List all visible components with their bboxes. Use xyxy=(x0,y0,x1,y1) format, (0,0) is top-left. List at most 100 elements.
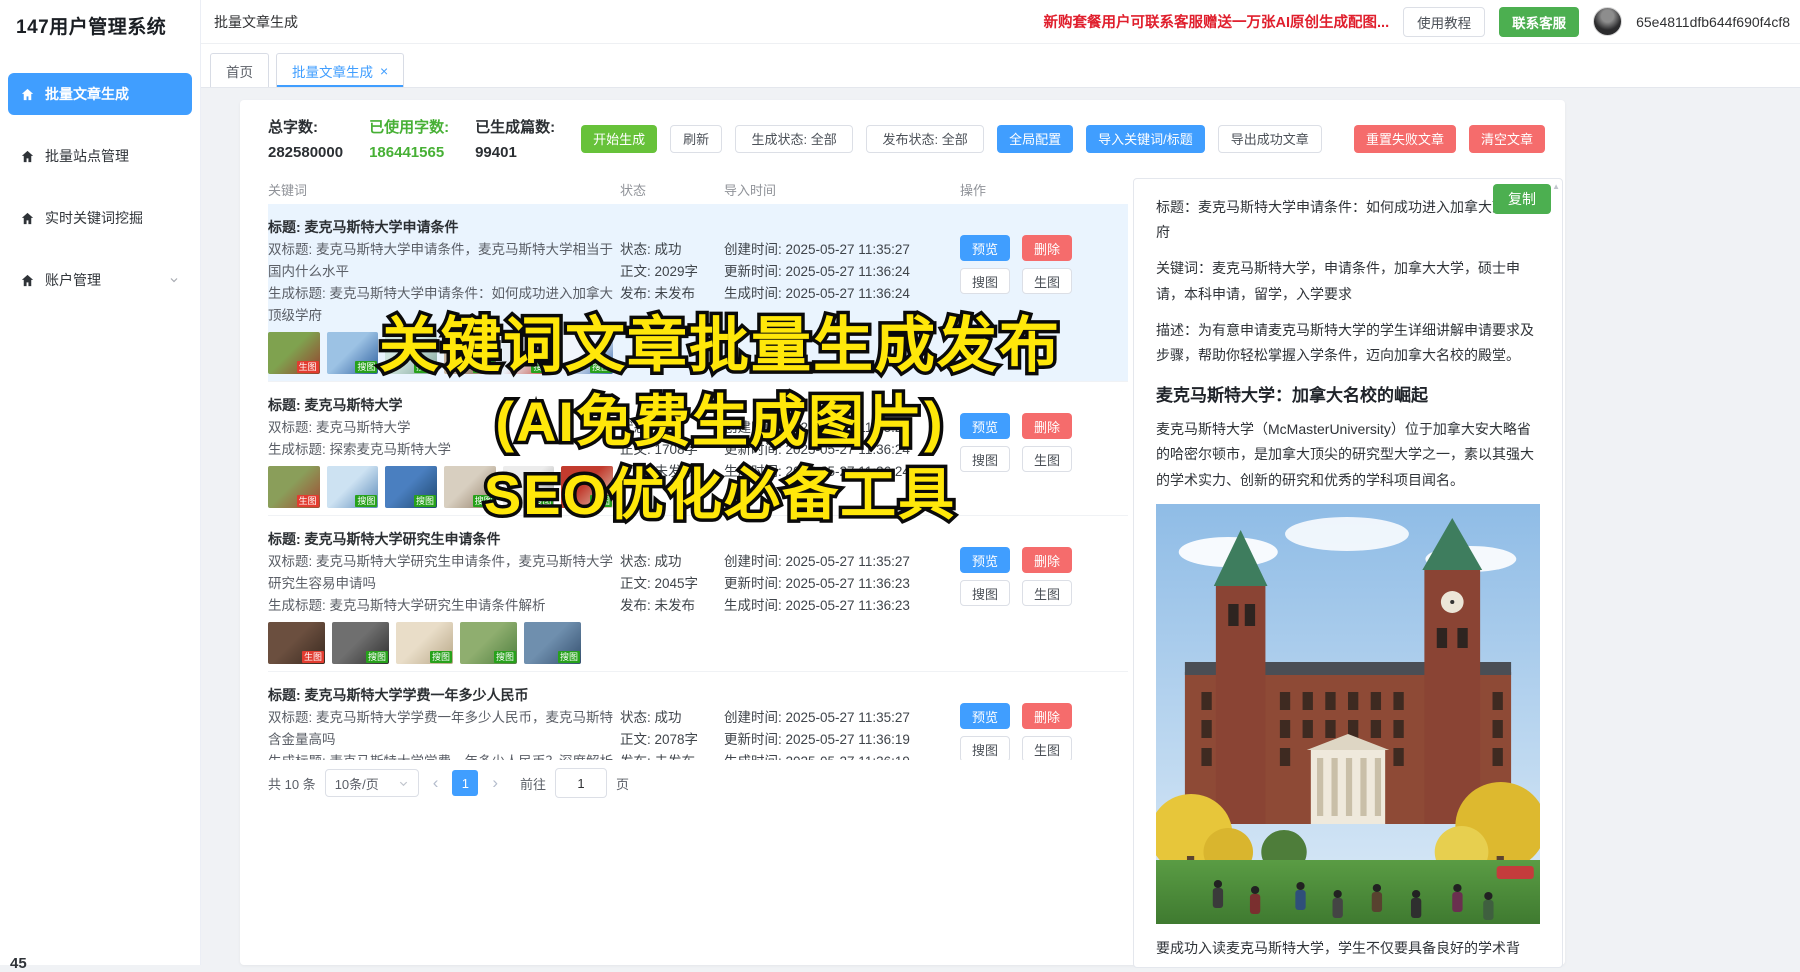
status-line: 状态: 成功 xyxy=(620,707,724,729)
stat-used-words: 已使用字数: 186441565 xyxy=(369,116,449,161)
article-thumbnail[interactable]: 搜图 xyxy=(561,332,613,374)
export-success-button[interactable]: 导出成功文章 xyxy=(1218,125,1322,153)
action-row: 搜图生图 xyxy=(960,268,1110,294)
action-row: 搜图生图 xyxy=(960,736,1110,760)
preview-button[interactable]: 预览 xyxy=(960,547,1010,573)
generated-time: 生成时间: 2025-05-27 11:36:24 xyxy=(724,461,960,483)
article-thumbnail[interactable]: 搜图 xyxy=(561,466,613,508)
sidebar-item-label: 批量站点管理 xyxy=(45,146,129,166)
sidebar-footer-partial: 45 xyxy=(10,955,27,972)
preview-button[interactable]: 预览 xyxy=(960,413,1010,439)
tab-home[interactable]: 首页 xyxy=(210,53,269,87)
search-image-badge: 搜图 xyxy=(590,361,612,373)
global-config-button[interactable]: 全局配置 xyxy=(997,125,1073,153)
search-image-button[interactable]: 搜图 xyxy=(960,580,1010,606)
delete-button[interactable]: 删除 xyxy=(1022,547,1072,573)
table-row[interactable]: 标题: 麦克马斯特大学研究生申请条件双标题: 麦克马斯特大学研究生申请条件，麦克… xyxy=(268,516,1128,672)
article-thumbnail[interactable]: 搜图 xyxy=(327,332,379,374)
table-row[interactable]: 标题: 麦克马斯特大学学费一年多少人民币双标题: 麦克马斯特大学学费一年多少人民… xyxy=(268,672,1128,760)
stat-generated-count: 已生成篇数: 99401 xyxy=(475,116,555,161)
tab-batch-article-label: 批量文章生成 xyxy=(292,61,373,81)
sidebar-item-0[interactable]: 批量文章生成 xyxy=(8,73,192,115)
stat-total-words: 总字数: 282580000 xyxy=(268,116,343,161)
home-icon xyxy=(20,149,35,164)
sidebar-item-2[interactable]: 实时关键词挖掘 xyxy=(8,197,192,239)
search-image-button[interactable]: 搜图 xyxy=(960,446,1010,472)
tab-batch-article[interactable]: 批量文章生成 × xyxy=(276,53,404,87)
article-thumbnail[interactable]: 搜图 xyxy=(524,622,581,664)
article-thumbnail[interactable]: 搜图 xyxy=(327,466,379,508)
preview-button[interactable]: 预览 xyxy=(960,235,1010,261)
generate-image-button[interactable]: 生图 xyxy=(1022,736,1072,760)
article-thumbnail[interactable]: 搜图 xyxy=(460,622,517,664)
article-thumbnail[interactable]: 搜图 xyxy=(503,332,555,374)
action-row: 预览删除 xyxy=(960,235,1110,261)
table-row[interactable]: 标题: 麦克马斯特大学申请条件双标题: 麦克马斯特大学申请条件，麦克马斯特大学相… xyxy=(268,204,1128,382)
keyword-cell: 标题: 麦克马斯特大学双标题: 麦克马斯特大学生成标题: 探索麦克马斯特大学生图… xyxy=(268,393,620,508)
scrollbar-up-arrow-icon[interactable]: ▲ xyxy=(1552,182,1560,191)
sidebar-item-1[interactable]: 批量站点管理 xyxy=(8,135,192,177)
words-line: 正文: 2078字 xyxy=(620,729,724,751)
start-generate-button[interactable]: 开始生成 xyxy=(581,125,657,153)
clear-articles-button[interactable]: 清空文章 xyxy=(1469,125,1545,153)
article-thumbnail[interactable]: 生图 xyxy=(268,332,320,374)
article-thumbnail[interactable]: 搜图 xyxy=(503,466,555,508)
publish-line: 发布: 未发布 xyxy=(620,751,724,760)
article-thumbnail[interactable]: 搜图 xyxy=(385,332,437,374)
search-image-badge: 搜图 xyxy=(430,651,452,663)
article-thumbnail[interactable]: 生图 xyxy=(268,466,320,508)
article-thumbnail[interactable]: 生图 xyxy=(268,622,325,664)
time-cell: 创建时间: 2025-05-27 11:35:27更新时间: 2025-05-2… xyxy=(724,393,960,508)
promo-notice[interactable]: 新购套餐用户可联系客服赠送一万张AI原创生成配图... xyxy=(1044,11,1390,32)
article-thumbnail[interactable]: 搜图 xyxy=(396,622,453,664)
updated-time: 更新时间: 2025-05-27 11:36:19 xyxy=(724,729,960,751)
article-thumbnail[interactable]: 搜图 xyxy=(444,466,496,508)
next-page-button[interactable]: › xyxy=(487,773,503,793)
search-image-badge: 搜图 xyxy=(473,361,495,373)
copy-button[interactable]: 复制 xyxy=(1493,184,1551,214)
tutorial-button[interactable]: 使用教程 xyxy=(1403,7,1485,37)
time-cell: 创建时间: 2025-05-27 11:35:27更新时间: 2025-05-2… xyxy=(724,215,960,374)
delete-button[interactable]: 删除 xyxy=(1022,413,1072,439)
sidebar-item-label: 账户管理 xyxy=(45,270,101,290)
search-image-badge: 搜图 xyxy=(473,495,495,507)
sidebar-item-3[interactable]: 账户管理 xyxy=(8,259,192,301)
actions-cell: 预览删除搜图生图 xyxy=(960,393,1110,508)
generate-status-select[interactable]: 生成状态: 全部 xyxy=(735,125,853,153)
generate-image-button[interactable]: 生图 xyxy=(1022,580,1072,606)
reset-failed-button[interactable]: 重置失败文章 xyxy=(1354,125,1456,153)
contact-support-button[interactable]: 联系客服 xyxy=(1499,7,1579,37)
page-jump-input[interactable] xyxy=(555,768,607,798)
delete-button[interactable]: 删除 xyxy=(1022,703,1072,729)
publish-status-select[interactable]: 发布状态: 全部 xyxy=(866,125,984,153)
article-thumbnail[interactable]: 搜图 xyxy=(444,332,496,374)
refresh-button[interactable]: 刷新 xyxy=(670,125,722,153)
search-image-button[interactable]: 搜图 xyxy=(960,736,1010,760)
generate-image-button[interactable]: 生图 xyxy=(1022,446,1072,472)
article-thumbnail[interactable]: 搜图 xyxy=(332,622,389,664)
delete-button[interactable]: 删除 xyxy=(1022,235,1072,261)
generate-image-button[interactable]: 生图 xyxy=(1022,268,1072,294)
article-thumbnail[interactable]: 搜图 xyxy=(385,466,437,508)
row-double-title: 双标题: 麦克马斯特大学申请条件，麦克马斯特大学相当于国内什么水平 xyxy=(268,239,620,283)
import-keywords-button[interactable]: 导入关键词/标题 xyxy=(1086,125,1205,153)
row-title: 标题: 麦克马斯特大学研究生申请条件 xyxy=(268,527,620,551)
page-number-current[interactable]: 1 xyxy=(452,770,478,796)
table-row[interactable]: 标题: 麦克马斯特大学双标题: 麦克马斯特大学生成标题: 探索麦克马斯特大学生图… xyxy=(268,382,1128,516)
stat-label: 总字数: xyxy=(268,116,343,137)
search-image-badge: 搜图 xyxy=(414,495,436,507)
preview-heading: 麦克马斯特大学：加拿大名校的崛起 xyxy=(1156,381,1540,406)
search-image-button[interactable]: 搜图 xyxy=(960,268,1010,294)
created-time: 创建时间: 2025-05-27 11:35:27 xyxy=(724,551,960,573)
avatar[interactable] xyxy=(1593,7,1622,36)
prev-page-button[interactable]: ‹ xyxy=(428,773,444,793)
preview-partial-text: 要成功入读麦克马斯特大学，学生不仅要具备良好的学术背 xyxy=(1156,936,1540,961)
stat-value: 282580000 xyxy=(268,144,343,161)
keyword-cell: 标题: 麦克马斯特大学学费一年多少人民币双标题: 麦克马斯特大学学费一年多少人民… xyxy=(268,683,620,760)
header-right-group: 新购套餐用户可联系客服赠送一万张AI原创生成配图... 使用教程 联系客服 65… xyxy=(1044,7,1790,37)
chevron-down-icon xyxy=(168,274,180,286)
home-icon xyxy=(20,211,35,226)
close-icon[interactable]: × xyxy=(380,64,388,78)
preview-button[interactable]: 预览 xyxy=(960,703,1010,729)
page-size-select[interactable]: 10条/页 xyxy=(325,769,419,797)
